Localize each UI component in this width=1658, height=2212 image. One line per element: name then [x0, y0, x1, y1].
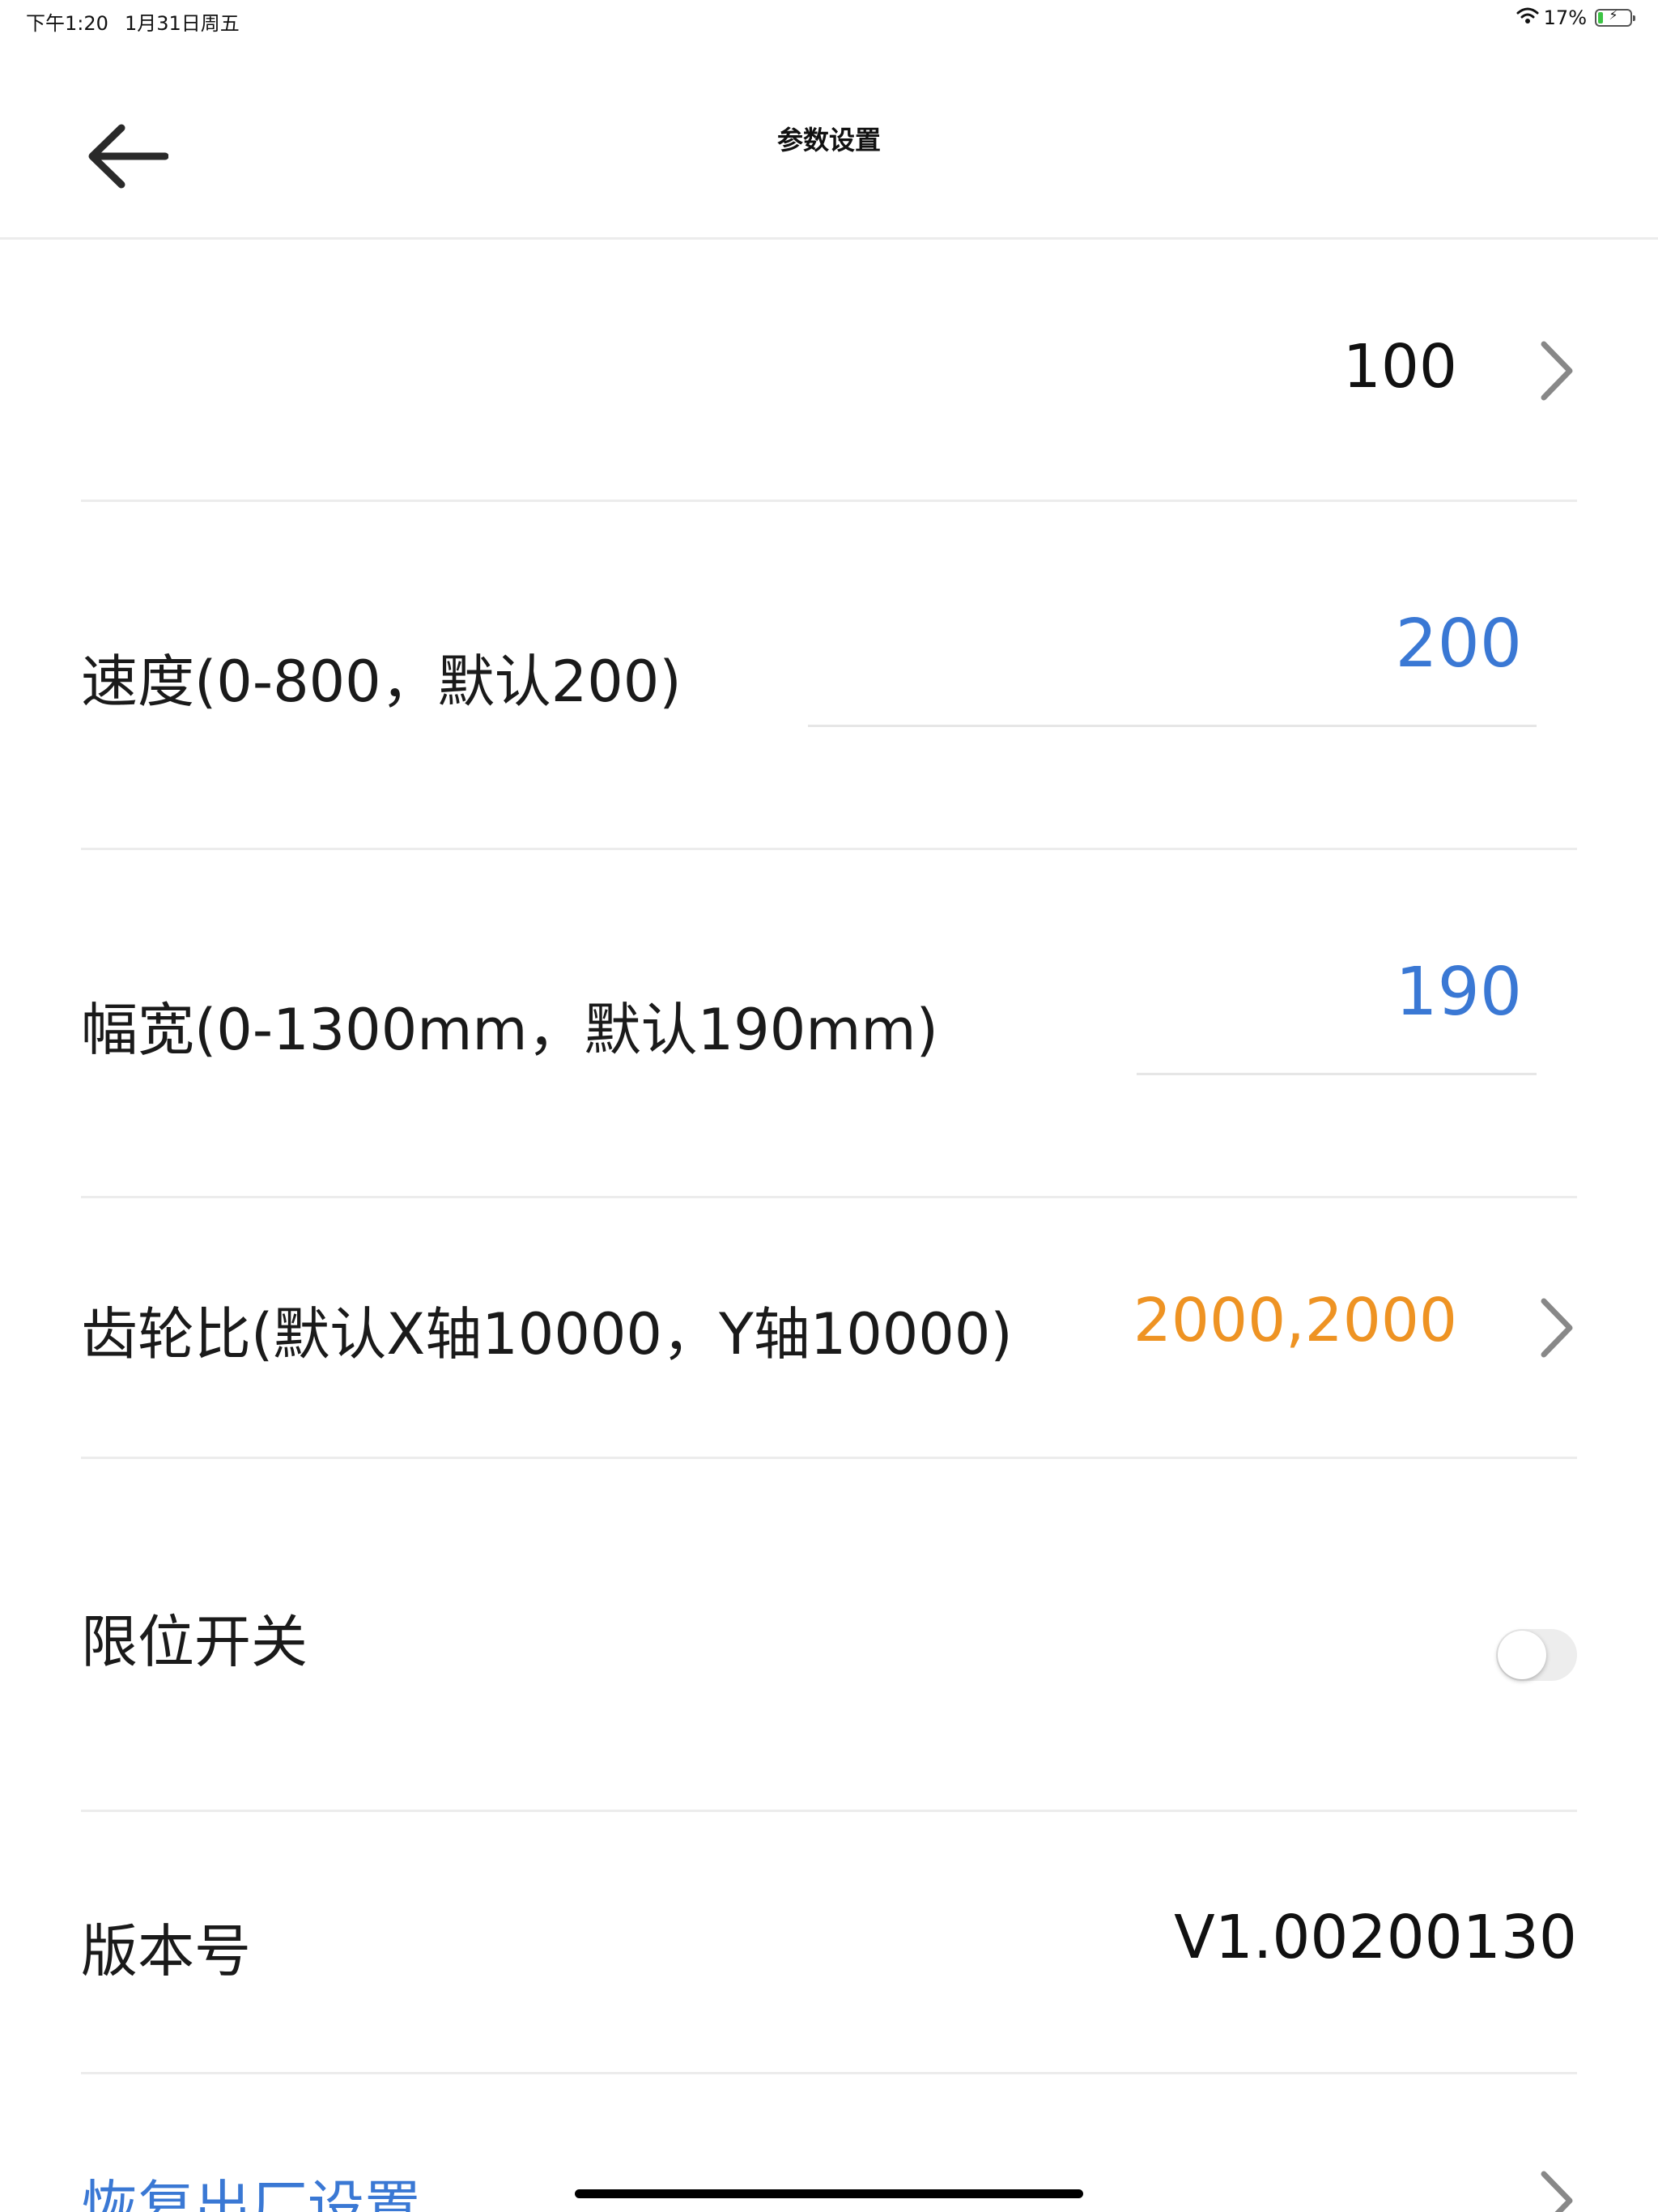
limit-switch-label: 限位开关 — [81, 1609, 308, 1675]
home-indicator — [575, 2189, 1083, 2198]
row-width: 幅宽(0-1300mm，默认190mm) 190 — [81, 850, 1577, 1198]
battery-percent: 17% — [1543, 6, 1587, 29]
status-time: 下午1:20 — [26, 12, 108, 35]
version-label: 版本号 — [81, 1918, 251, 1984]
row-limit-switch: 限位开关 — [81, 1459, 1577, 1812]
speed-input[interactable]: 200 — [808, 606, 1537, 727]
row-speed: 速度(0-800，默认200) 200 — [81, 502, 1577, 850]
settings-page: 下午1:20 1月31日周五 17% ⚡ 参数设置 100 速度(0-800，默… — [0, 0, 1658, 2212]
charging-bolt-icon: ⚡ — [1609, 7, 1618, 23]
gear-ratio-label: 齿轮比(默认X轴10000，Y轴10000) — [81, 1301, 1013, 1368]
page-title: 参数设置 — [776, 125, 881, 155]
width-value: 190 — [1395, 954, 1522, 1031]
row-gear-ratio[interactable]: 齿轮比(默认X轴10000，Y轴10000) 2000,2000 — [81, 1198, 1577, 1459]
toggle-knob — [1498, 1631, 1546, 1679]
status-indicators: 17% ⚡ — [1516, 6, 1635, 29]
limit-switch-toggle[interactable] — [1496, 1629, 1577, 1681]
version-value: V1.00200130 — [1174, 1903, 1577, 1972]
status-date: 1月31日周五 — [125, 12, 240, 35]
width-input[interactable]: 190 — [1137, 954, 1537, 1075]
chevron-right-icon — [1537, 338, 1577, 403]
factory-reset-label: 恢复出厂设置 — [81, 2174, 421, 2212]
top-value: 100 — [1342, 332, 1457, 402]
battery-icon: ⚡ — [1595, 7, 1635, 27]
chevron-right-icon — [1537, 1295, 1577, 1360]
wifi-icon — [1516, 6, 1539, 29]
row-top-value[interactable]: 100 — [81, 240, 1577, 502]
chevron-right-icon — [1537, 2168, 1577, 2212]
status-bar: 下午1:20 1月31日周五 17% ⚡ — [0, 0, 1658, 39]
width-label: 幅宽(0-1300mm，默认190mm) — [81, 997, 938, 1063]
speed-label: 速度(0-800，默认200) — [81, 649, 682, 715]
battery-cap — [1633, 15, 1635, 21]
speed-value: 200 — [1395, 606, 1522, 683]
row-version: 版本号 V1.00200130 — [81, 1812, 1577, 2074]
nav-bar: 参数设置 — [0, 39, 1658, 240]
gear-ratio-value: 2000,2000 — [1133, 1286, 1457, 1355]
